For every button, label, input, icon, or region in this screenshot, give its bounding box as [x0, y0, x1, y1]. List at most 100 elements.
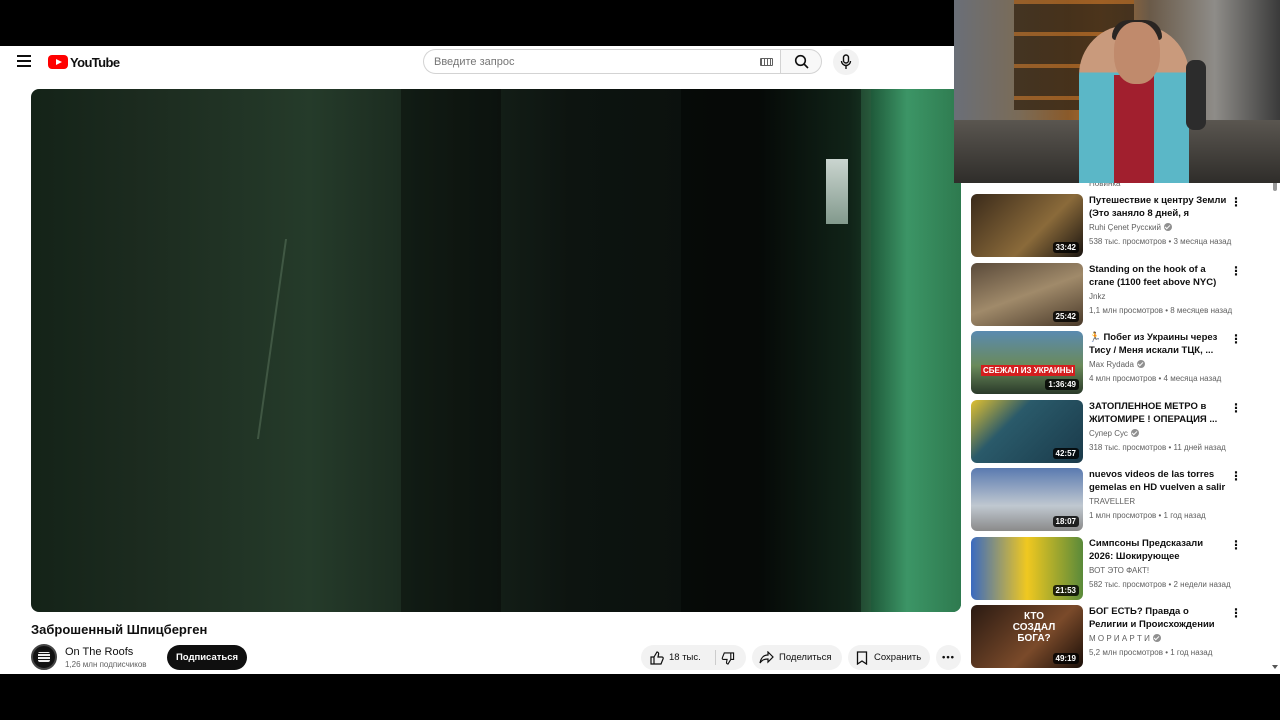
- verified-icon: [1163, 223, 1172, 231]
- logo-text: YouTube: [70, 54, 120, 70]
- recommendation-channel[interactable]: Ruhi Çenet Русский: [1089, 223, 1172, 232]
- recommendation-title[interactable]: ЗАТОПЛЕННОЕ МЕТРО в ЖИТОМИРЕ ! ОПЕРАЦИЯ …: [1089, 400, 1227, 426]
- webcam-shirt: [1114, 75, 1154, 183]
- video-thumbnail[interactable]: 18:07: [971, 468, 1083, 531]
- channel-text: Max Rydada: [1089, 360, 1134, 369]
- video-duration: 21:53: [1052, 585, 1079, 596]
- thumbs-down-icon: [721, 652, 735, 665]
- recommendation-channel[interactable]: Супер Сус: [1089, 429, 1139, 438]
- recommendation-meta: 5,2 млн просмотров • 1 год назад: [1089, 648, 1213, 657]
- recommendation-channel[interactable]: TRAVELLER: [1089, 497, 1135, 506]
- video-thumbnail[interactable]: СБЕЖАЛ ИЗ УКРАИНЫ 1:36:49: [971, 331, 1083, 394]
- search-icon: [794, 54, 809, 69]
- youtube-logo[interactable]: YouTube: [48, 54, 120, 70]
- search-button[interactable]: [780, 49, 822, 74]
- recommendation-item[interactable]: 18:07 nuevos videos de las torres gemela…: [971, 468, 1276, 532]
- save-label: Сохранить: [874, 652, 922, 663]
- recommendation-title[interactable]: Standing on the hook of a crane (1100 fe…: [1089, 263, 1227, 289]
- video-frame-door: [871, 89, 961, 612]
- more-vert-icon[interactable]: ⋮: [1230, 538, 1242, 554]
- like-button[interactable]: 18 тыс.: [641, 645, 713, 670]
- video-thumbnail[interactable]: 21:53: [971, 537, 1083, 600]
- recommendation-item[interactable]: 25:42 Standing on the hook of a crane (1…: [971, 263, 1276, 327]
- thumbnail-caption: СБЕЖАЛ ИЗ УКРАИНЫ: [981, 365, 1076, 376]
- video-thumbnail[interactable]: 25:42: [971, 263, 1083, 326]
- recommendation-meta: 582 тыс. просмотров • 2 недели назад: [1089, 580, 1231, 589]
- keyboard-icon[interactable]: [760, 58, 773, 66]
- video-duration: 42:57: [1052, 448, 1079, 459]
- more-vert-icon[interactable]: ⋮: [1230, 401, 1242, 417]
- youtube-logo-icon: [48, 55, 68, 69]
- recommendation-item[interactable]: 33:42 Путешествие к центру Земли (Это за…: [971, 194, 1276, 258]
- webcam-overlay: [954, 0, 1280, 183]
- video-thumbnail[interactable]: 33:42: [971, 194, 1083, 257]
- recommendation-item[interactable]: 42:57 ЗАТОПЛЕННОЕ МЕТРО в ЖИТОМИРЕ ! ОПЕ…: [971, 400, 1276, 464]
- recommendation-meta: 1,1 млн просмотров • 8 месяцев назад: [1089, 306, 1233, 315]
- video-title: Заброшенный Шпицберген: [31, 622, 208, 637]
- recommendation-item[interactable]: КТО СОЗДАЛ БОГА? 49:19 БОГ ЕСТЬ? Правда …: [971, 605, 1276, 669]
- video-duration: 18:07: [1052, 516, 1079, 527]
- video-frame-wall-crack: [256, 239, 348, 439]
- search-input[interactable]: [434, 50, 734, 73]
- recommendation-channel[interactable]: М О Р И А Р Т И: [1089, 634, 1161, 643]
- more-vert-icon[interactable]: ⋮: [1230, 606, 1242, 622]
- recommendation-item[interactable]: СБЕЖАЛ ИЗ УКРАИНЫ 1:36:49 🏃 Побег из Укр…: [971, 331, 1276, 395]
- subscribe-button[interactable]: Подписаться: [167, 645, 247, 670]
- more-vert-icon[interactable]: ⋮: [1230, 264, 1242, 280]
- verified-icon: [1152, 634, 1161, 642]
- dislike-button[interactable]: [716, 645, 746, 670]
- recommendation-meta: 318 тыс. просмотров • 11 дней назад: [1089, 443, 1226, 452]
- scroll-down-arrow[interactable]: [1272, 665, 1278, 669]
- recommendation-title[interactable]: nuevos videos de las torres gemelas en H…: [1089, 468, 1227, 494]
- more-vert-icon[interactable]: ⋮: [1230, 469, 1242, 485]
- search-box: [423, 49, 780, 74]
- video-thumbnail[interactable]: КТО СОЗДАЛ БОГА? 49:19: [971, 605, 1083, 668]
- channel-text: Ruhi Çenet Русский: [1089, 223, 1161, 232]
- thumbs-up-icon: [650, 651, 664, 665]
- share-button[interactable]: Поделиться: [752, 645, 842, 670]
- like-count: 18 тыс.: [669, 652, 701, 663]
- video-duration: 49:19: [1052, 653, 1079, 664]
- menu-icon[interactable]: [17, 55, 31, 67]
- channel-avatar[interactable]: [31, 644, 57, 670]
- webcam-microphone: [1186, 60, 1206, 130]
- recommendation-channel[interactable]: Jnkz: [1089, 292, 1105, 301]
- share-label: Поделиться: [779, 652, 832, 663]
- channel-text: Супер Сус: [1089, 429, 1128, 438]
- voice-search-button[interactable]: [833, 49, 859, 75]
- microphone-icon: [840, 54, 852, 69]
- recommendation-meta: 538 тыс. просмотров • 3 месяца назад: [1089, 237, 1232, 246]
- video-frame-window: [826, 159, 848, 224]
- more-vert-icon[interactable]: ⋮: [1230, 332, 1242, 348]
- recommendation-title[interactable]: Путешествие к центру Земли (Это заняло 8…: [1089, 194, 1227, 220]
- thumbnail-caption: КТО СОЗДАЛ БОГА?: [1012, 611, 1056, 644]
- video-frame-shadow: [401, 89, 501, 612]
- subscriber-count: 1,26 млн подписчиков: [65, 660, 147, 669]
- more-vert-icon[interactable]: ⋮: [1230, 195, 1242, 211]
- channel-text: ВОТ ЭТО ФАКТ!: [1089, 566, 1150, 575]
- channel-name[interactable]: On The Roofs: [65, 646, 133, 658]
- video-player[interactable]: [31, 89, 961, 612]
- channel-text: Jnkz: [1089, 292, 1106, 301]
- recommendation-title[interactable]: Симпсоны Предсказали 2026: Шокирующее От…: [1089, 537, 1227, 563]
- verified-icon: [1130, 429, 1139, 437]
- video-thumbnail[interactable]: 42:57: [971, 400, 1083, 463]
- like-dislike-group: 18 тыс.: [641, 645, 746, 670]
- recommendation-channel[interactable]: ВОТ ЭТО ФАКТ!: [1089, 566, 1149, 575]
- channel-text: TRAVELLER: [1089, 497, 1136, 506]
- recommendation-title[interactable]: 🏃 Побег из Украины через Тису / Меня иск…: [1089, 331, 1227, 357]
- save-button[interactable]: Сохранить: [848, 645, 930, 670]
- video-duration: 1:36:49: [1045, 379, 1079, 390]
- more-actions-button[interactable]: •••: [936, 645, 961, 670]
- recommendation-item[interactable]: 21:53 Симпсоны Предсказали 2026: Шокирую…: [971, 537, 1276, 601]
- recommendation-channel[interactable]: Max Rydada: [1089, 360, 1145, 369]
- recommendation-meta: 4 млн просмотров • 4 месяца назад: [1089, 374, 1222, 383]
- webcam-head: [1114, 22, 1160, 84]
- video-duration: 33:42: [1052, 242, 1079, 253]
- channel-text: М О Р И А Р Т И: [1089, 634, 1150, 643]
- verified-icon: [1136, 360, 1145, 368]
- bookmark-icon: [856, 651, 868, 665]
- recommendation-title[interactable]: БОГ ЕСТЬ? Правда о Религии и Происхожден…: [1089, 605, 1227, 631]
- share-icon: [759, 651, 774, 664]
- recommendation-meta: 1 млн просмотров • 1 год назад: [1089, 511, 1206, 520]
